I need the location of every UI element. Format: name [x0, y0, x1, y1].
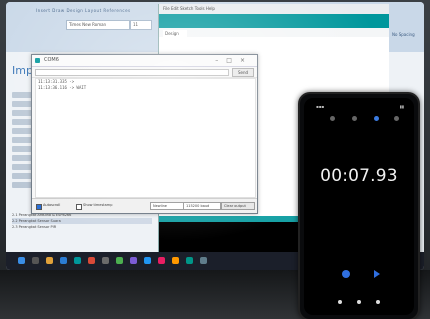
- photo: Insert Draw Design Layout References Tim…: [0, 0, 430, 319]
- line-ending-select[interactable]: Newline: [150, 202, 184, 210]
- app-icon[interactable]: [144, 257, 151, 264]
- phone-screen: ▪▪▪ ▮▮ 00:07.93: [304, 98, 414, 315]
- word-ribbon-tabs[interactable]: Insert Draw Design Layout References: [36, 8, 131, 13]
- timer-tab-icon[interactable]: [394, 116, 399, 121]
- nav-home-icon[interactable]: [357, 300, 361, 304]
- serial-monitor-window: COM6 –□× Send 11:13:31.335 -> 11:13:36.1…: [31, 54, 258, 214]
- serial-title-bar: COM6 –□×: [32, 55, 257, 67]
- stopwatch-controls: [304, 270, 414, 280]
- nav-back-icon[interactable]: [338, 300, 342, 304]
- app-icon[interactable]: [158, 257, 165, 264]
- phone-status-right: ▮▮: [399, 104, 404, 109]
- ide-menu-bar[interactable]: File Edit Sketch Tools Help: [159, 4, 389, 14]
- serial-input-row: Send: [32, 67, 257, 78]
- clear-output-button[interactable]: Clear output: [221, 202, 255, 210]
- serial-line: 11:13:36.116 -> WAIT: [38, 85, 87, 90]
- search-icon[interactable]: [32, 257, 39, 264]
- serial-send-input[interactable]: [35, 69, 229, 76]
- app-icon[interactable]: [172, 257, 179, 264]
- app-icon[interactable]: [200, 257, 207, 264]
- lap-button[interactable]: [374, 270, 380, 278]
- pause-button[interactable]: [342, 270, 350, 278]
- word-icon[interactable]: [60, 257, 67, 264]
- arduino-icon: [35, 58, 40, 63]
- window-controls[interactable]: –□×: [215, 55, 253, 66]
- arduino-icon[interactable]: [74, 257, 81, 264]
- app-icon[interactable]: [102, 257, 109, 264]
- font-size-field[interactable]: 11: [130, 20, 152, 30]
- app-icon[interactable]: [130, 257, 137, 264]
- app-icon[interactable]: [116, 257, 123, 264]
- phone-nav-bar: [304, 300, 414, 306]
- style-no-spacing[interactable]: No Spacing: [392, 32, 415, 37]
- smartphone: ▪▪▪ ▮▮ 00:07.93: [298, 92, 420, 319]
- stopwatch-tab-icon[interactable]: [374, 116, 379, 121]
- autoscroll-label: Autoscroll: [43, 203, 61, 207]
- baud-rate-select[interactable]: 115200 baud: [183, 202, 221, 210]
- browser-icon[interactable]: [88, 257, 95, 264]
- nav-recent-icon[interactable]: [376, 300, 380, 304]
- app-icon[interactable]: [186, 257, 193, 264]
- timestamp-label: Show timestamp: [83, 203, 113, 207]
- clock-tabs: [322, 116, 402, 124]
- phone-status-left: ▪▪▪: [316, 104, 325, 109]
- serial-port-title: COM6: [44, 57, 59, 63]
- folder-icon[interactable]: [46, 257, 53, 264]
- serial-footer: Autoscroll Show timestamp Newline 115200…: [32, 198, 257, 213]
- send-button[interactable]: Send: [232, 68, 254, 77]
- start-icon[interactable]: [18, 257, 25, 264]
- serial-output: 11:13:31.335 -> 11:13:36.116 -> WAIT: [35, 78, 256, 198]
- doc-outline: 2.1 Perangkat Arduino & ESP8266 2.2 Pera…: [12, 212, 152, 230]
- stopwatch-display: 00:07.93: [320, 166, 398, 186]
- clock-tab-icon[interactable]: [352, 116, 357, 121]
- font-name-field[interactable]: Times New Roman: [66, 20, 130, 30]
- timestamp-checkbox[interactable]: [76, 204, 82, 210]
- outline-item[interactable]: 2.3 Perangkat Sensor PIR: [12, 224, 152, 230]
- autoscroll-checkbox[interactable]: [36, 204, 42, 210]
- ide-toolbar[interactable]: [159, 14, 389, 28]
- ide-sketch-tab[interactable]: Design: [163, 30, 187, 37]
- alarm-tab-icon[interactable]: [330, 116, 335, 121]
